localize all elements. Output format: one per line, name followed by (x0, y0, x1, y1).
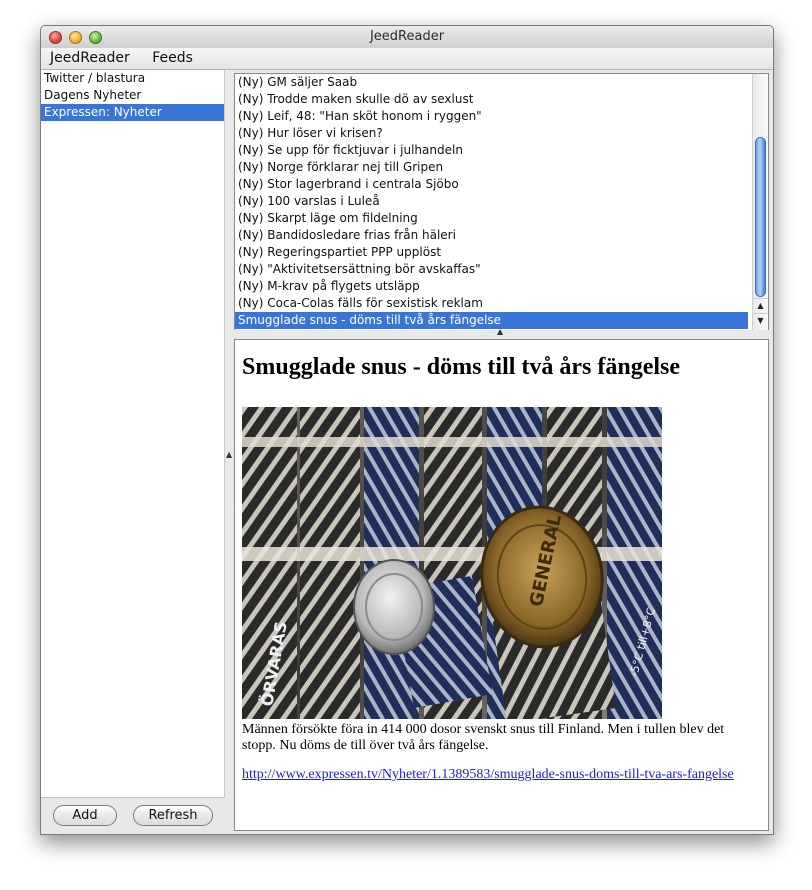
sidebar-button-bar: Add Refresh (41, 797, 225, 834)
article-title: Smugglade snus - döms till två års fänge… (242, 354, 681, 380)
feed-list: Twitter / blastura Dagens Nyheter Expresse… (41, 70, 224, 797)
article-list-item[interactable]: (Ny) Skarpt läge om fildelning (235, 210, 748, 227)
article-list-item[interactable]: (Ny) Stor lagerbrand i centrala Sjöbo (235, 176, 748, 193)
scrollbar-thumb[interactable] (755, 137, 766, 297)
close-window-icon[interactable] (49, 31, 62, 44)
article-list-item[interactable]: (Ny) Se upp för ficktjuvar i julhandeln (235, 142, 748, 159)
menu-feeds[interactable]: Feeds (143, 48, 202, 69)
article-list-item[interactable]: (Ny) GM säljer Saab (235, 74, 748, 91)
feed-item[interactable]: Dagens Nyheter (41, 87, 224, 104)
split-divider[interactable]: ▲ (225, 70, 233, 834)
vertical-scrollbar[interactable]: ▲ ▼ (752, 74, 768, 330)
refresh-button[interactable]: Refresh (133, 805, 213, 826)
feed-item[interactable]: Twitter / blastura (41, 70, 224, 87)
article-list-item[interactable]: Smugglade snus - döms till två års fänge… (235, 312, 748, 329)
app-window: JeedReader JeedReader Feeds Twitter / bl… (40, 25, 774, 835)
menu-jeedreader[interactable]: JeedReader (41, 48, 139, 69)
article-list-item[interactable]: (Ny) Leif, 48: "Han sköt honom i ryggen" (235, 108, 748, 125)
article-list-item[interactable]: (Ny) Norge förklarar nej till Gripen (235, 159, 748, 176)
article-list-item[interactable]: (Ny) M-krav på flygets utsläpp (235, 278, 748, 295)
article-list-item[interactable]: (Ny) Coca-Colas fälls för sexistisk rekl… (235, 295, 748, 312)
article-list-item[interactable]: (Ny) Regeringspartiet PPP upplöst (235, 244, 748, 261)
collapse-left-arrow-icon[interactable]: ▲ (226, 450, 232, 459)
article-list-item[interactable]: (Ny) Hur löser vi krisen? (235, 125, 748, 142)
article-list-item[interactable]: (Ny) Trodde maken skulle dö av sexlust (235, 91, 748, 108)
minimize-window-icon[interactable] (69, 31, 83, 44)
title-bar: JeedReader (41, 26, 773, 49)
article-view: Smugglade snus - döms till två års fänge… (234, 339, 769, 831)
menu-bar: JeedReader Feeds (41, 48, 773, 70)
article-photo: GENERAL ÖRVARAS -5°C till+8°C (242, 407, 662, 719)
zoom-window-icon[interactable] (89, 31, 103, 44)
scroll-down-arrow-icon[interactable]: ▼ (753, 313, 768, 328)
window-title: JeedReader (369, 29, 445, 44)
article-list-item[interactable]: (Ny) 100 varslas i Luleå (235, 193, 748, 210)
article-rows: (Ny) GM säljer Saab (Ny) Trodde maken sku… (235, 74, 768, 329)
article-link[interactable]: http://www.expressen.tv/Nyheter/1.138958… (242, 767, 734, 783)
feed-item[interactable]: Expressen: Nyheter (41, 104, 224, 121)
add-button[interactable]: Add (53, 805, 117, 826)
horizontal-split-divider[interactable]: ▲ (234, 327, 769, 338)
article-list-item[interactable]: (Ny) "Aktivitetsersättning bör avskaffas… (235, 261, 748, 278)
scroll-up-arrow-icon[interactable]: ▲ (753, 298, 768, 313)
collapse-up-arrow-icon[interactable]: ▲ (497, 327, 503, 336)
article-list: (Ny) GM säljer Saab (Ny) Trodde maken sku… (234, 73, 769, 331)
article-body: Männen försökte föra in 414 000 dosor sv… (242, 722, 725, 753)
article-list-item[interactable]: (Ny) Bandidosledare frias från häleri (235, 227, 748, 244)
